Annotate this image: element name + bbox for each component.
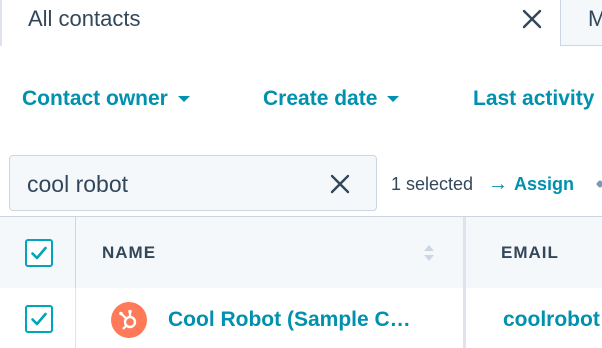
assign-button[interactable]: → Assign — [488, 173, 574, 195]
search-value: cool robot — [27, 171, 129, 197]
column-divider — [75, 217, 76, 288]
column-header-name[interactable]: NAME — [102, 243, 156, 263]
table-header: NAME EMAIL — [0, 216, 602, 289]
assign-label: Assign — [514, 174, 575, 194]
search-input[interactable]: cool robot — [9, 155, 377, 211]
column-divider — [75, 288, 76, 348]
row-checkbox[interactable] — [25, 305, 53, 333]
edit-icon[interactable] — [595, 179, 602, 189]
tab-next-view[interactable]: M — [560, 0, 602, 46]
filter-bar: Contact owner Create date Last activity — [0, 84, 602, 118]
sort-icon[interactable] — [423, 242, 435, 264]
tab-all-contacts[interactable]: All contacts — [0, 0, 560, 46]
select-all-checkbox[interactable] — [25, 239, 53, 267]
tab-label: All contacts — [28, 6, 141, 31]
arrow-right-icon: → — [488, 173, 508, 195]
filter-label: Create date — [263, 87, 378, 110]
hubspot-sprocket-icon — [111, 302, 147, 338]
filter-contact-owner[interactable]: Contact owner — [22, 84, 190, 114]
column-divider — [463, 288, 466, 348]
caret-down-icon — [387, 96, 400, 102]
clear-search-icon[interactable] — [328, 172, 352, 196]
contact-email-link[interactable]: coolrobot — [503, 308, 600, 332]
filter-label: Last activity — [473, 87, 595, 110]
column-header-email[interactable]: EMAIL — [501, 243, 559, 263]
selected-count: 1 selected — [391, 174, 474, 194]
checkmark-icon — [31, 312, 47, 326]
contact-name-link[interactable]: Cool Robot (Sample C… — [168, 308, 411, 332]
filter-label: Contact owner — [22, 87, 168, 110]
close-icon[interactable] — [519, 6, 545, 32]
view-tab-bar: All contacts M — [0, 0, 602, 46]
column-resize-handle[interactable] — [463, 217, 466, 288]
filter-create-date[interactable]: Create date — [263, 84, 400, 114]
contacts-table: NAME EMAIL Cool Robot (Sample C… coolrob… — [0, 216, 602, 348]
tab-label: M — [588, 6, 602, 31]
caret-down-icon — [177, 96, 190, 102]
filter-last-activity[interactable]: Last activity — [473, 84, 594, 114]
table-row[interactable]: Cool Robot (Sample C… coolrobot — [0, 288, 602, 348]
checkmark-icon — [31, 246, 47, 260]
